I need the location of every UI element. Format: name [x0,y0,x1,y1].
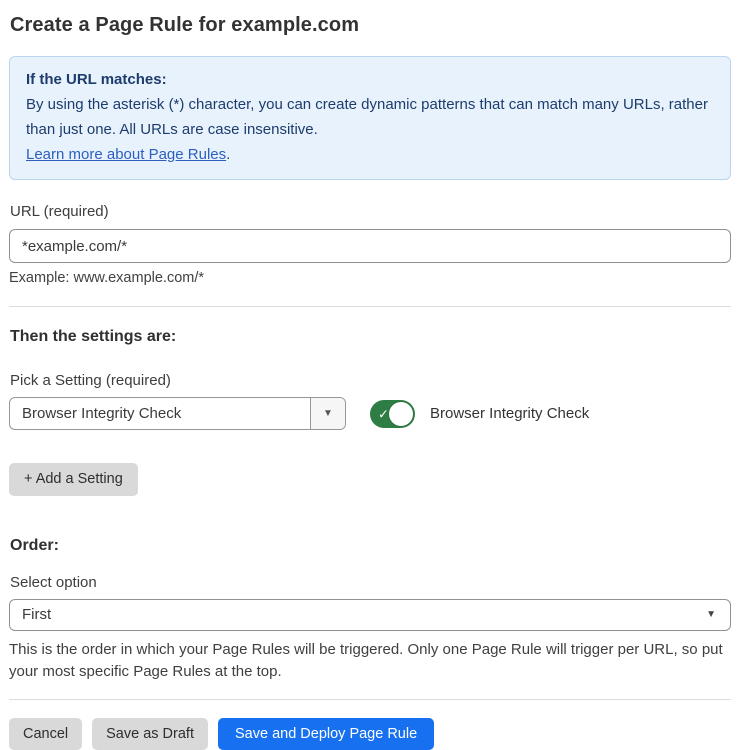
add-setting-button[interactable]: + Add a Setting [9,463,138,496]
setting-picker-label: Pick a Setting (required) [10,372,731,389]
setting-picker-arrow-button[interactable]: ▼ [310,398,345,429]
info-box-heading: If the URL matches: [26,67,714,92]
footer-divider [9,699,731,700]
create-page-rule-panel: Create a Page Rule for example.com If th… [0,0,740,750]
url-label: URL (required) [10,203,731,220]
setting-picker-value: Browser Integrity Check [10,398,310,429]
chevron-down-icon: ▼ [706,609,716,620]
setting-picker-dropdown[interactable]: Browser Integrity Check ▼ [9,397,346,430]
order-select-label: Select option [10,574,731,591]
url-input[interactable] [9,229,731,263]
url-helper-text: Example: www.example.com/* [9,270,731,286]
page-title: Create a Page Rule for example.com [10,14,731,37]
save-draft-button[interactable]: Save as Draft [92,718,208,750]
link-suffix: . [226,146,230,163]
settings-section-heading: Then the settings are: [10,328,731,346]
toggle-label: Browser Integrity Check [430,405,589,422]
check-icon: ✓ [378,407,389,420]
order-helper-text: This is the order in which your Page Rul… [9,639,737,683]
info-box-link-line: Learn more about Page Rules. [26,142,714,167]
learn-more-link[interactable]: Learn more about Page Rules [26,146,226,163]
browser-integrity-toggle[interactable]: ✓ [370,400,415,428]
section-divider [9,306,731,307]
toggle-knob [389,402,413,426]
order-select-value: First [22,606,706,623]
order-section-heading: Order: [10,537,731,555]
url-matches-info-box: If the URL matches: By using the asteris… [9,56,731,180]
chevron-down-icon: ▼ [323,408,333,419]
info-box-body: By using the asterisk (*) character, you… [26,92,714,142]
setting-row: Browser Integrity Check ▼ ✓ Browser Inte… [9,397,731,430]
order-select[interactable]: First ▼ [9,599,731,631]
save-deploy-button[interactable]: Save and Deploy Page Rule [218,718,434,750]
footer-actions: Cancel Save as Draft Save and Deploy Pag… [9,718,731,750]
cancel-button[interactable]: Cancel [9,718,82,750]
